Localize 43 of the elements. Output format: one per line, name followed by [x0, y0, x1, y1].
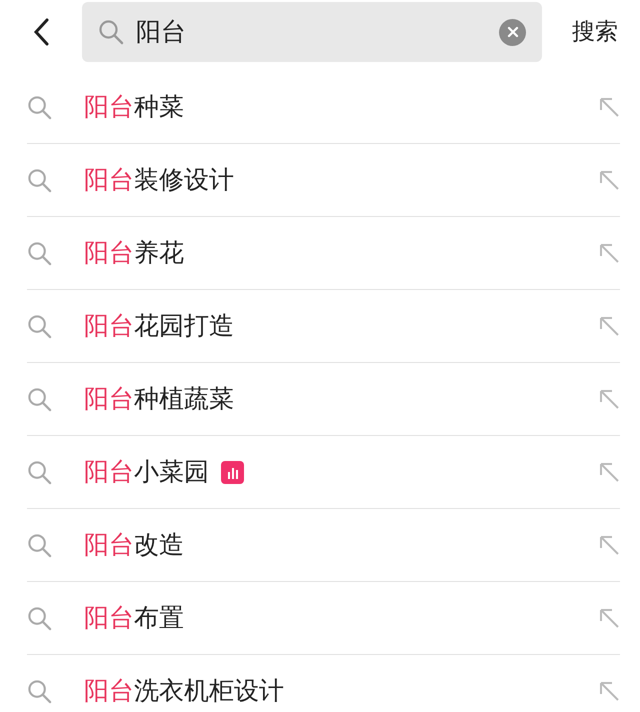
- suggestion-item[interactable]: 阳台布置: [27, 582, 620, 655]
- suggestion-text: 阳台装修设计: [84, 164, 234, 196]
- suggestion-text: 阳台小菜园: [84, 456, 209, 488]
- search-button[interactable]: 搜索: [542, 2, 640, 62]
- search-icon: [27, 532, 52, 558]
- arrow-up-left-icon[interactable]: [598, 534, 620, 556]
- suggestion-text: 阳台养花: [84, 237, 184, 270]
- suggestion-item[interactable]: 阳台改造: [27, 509, 620, 582]
- suggestion-item[interactable]: 阳台装修设计: [27, 144, 620, 217]
- close-icon: [506, 26, 518, 38]
- search-icon: [27, 168, 52, 192]
- arrow-up-left-icon[interactable]: [598, 680, 620, 702]
- arrow-up-left-icon[interactable]: [598, 242, 620, 264]
- clear-button[interactable]: [499, 18, 526, 46]
- arrow-up-left-icon[interactable]: [598, 461, 620, 483]
- search-icon: [27, 606, 52, 630]
- search-icon: [98, 19, 124, 45]
- suggestion-text: 阳台布置: [84, 602, 184, 634]
- search-icon: [27, 678, 52, 704]
- suggestion-text: 阳台种菜: [84, 91, 184, 124]
- suggestion-item[interactable]: 阳台养花: [27, 217, 620, 290]
- arrow-up-left-icon[interactable]: [598, 169, 620, 191]
- suggestion-text: 阳台种植蔬菜: [84, 383, 234, 416]
- search-icon: [27, 94, 52, 120]
- suggestion-text: 阳台花园打造: [84, 310, 234, 342]
- search-icon: [27, 240, 52, 266]
- search-icon: [27, 386, 52, 412]
- arrow-up-left-icon[interactable]: [598, 315, 620, 337]
- suggestion-item[interactable]: 阳台种植蔬菜: [27, 363, 620, 436]
- search-icon: [27, 460, 52, 484]
- arrow-up-left-icon[interactable]: [598, 607, 620, 629]
- suggestion-item[interactable]: 阳台小菜园: [27, 436, 620, 509]
- arrow-up-left-icon[interactable]: [598, 388, 620, 410]
- search-icon: [27, 314, 52, 338]
- search-field[interactable]: 阳台: [82, 2, 542, 62]
- suggestion-item[interactable]: 阳台花园打造: [27, 290, 620, 363]
- suggestion-text: 阳台改造: [84, 529, 184, 562]
- suggestion-item[interactable]: 阳台洗衣机柜设计: [27, 655, 620, 712]
- suggestion-text: 阳台洗衣机柜设计: [84, 675, 284, 708]
- back-icon: [33, 18, 49, 46]
- arrow-up-left-icon[interactable]: [598, 96, 620, 118]
- search-input[interactable]: 阳台: [136, 13, 499, 51]
- suggestion-item[interactable]: 阳台种菜: [27, 71, 620, 144]
